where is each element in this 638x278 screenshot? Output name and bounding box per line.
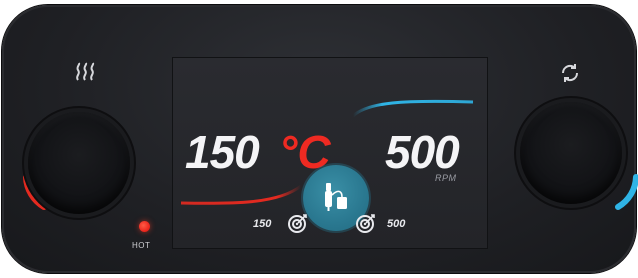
temperature-setpoint: 150 xyxy=(253,218,272,230)
rotation-icon xyxy=(561,64,579,82)
speed-knob[interactable] xyxy=(520,102,622,204)
hot-label: HOT xyxy=(132,241,151,250)
speed-value: 500 xyxy=(385,126,460,178)
target-icon xyxy=(288,214,307,233)
display-screen: 150 °C 500 RPM 150 500 xyxy=(172,57,488,249)
target-icon xyxy=(356,214,375,233)
speed-unit: RPM xyxy=(435,173,457,183)
device-panel: HOT 150 °C 500 RPM 150 500 xyxy=(2,5,638,273)
probe-sensor-icon xyxy=(325,183,347,211)
hot-indicator-light xyxy=(139,221,150,232)
temperature-value: 150 xyxy=(185,126,260,178)
temperature-knob[interactable] xyxy=(28,112,130,214)
heat-waves-icon xyxy=(76,62,95,81)
speed-setpoint: 500 xyxy=(387,218,406,230)
